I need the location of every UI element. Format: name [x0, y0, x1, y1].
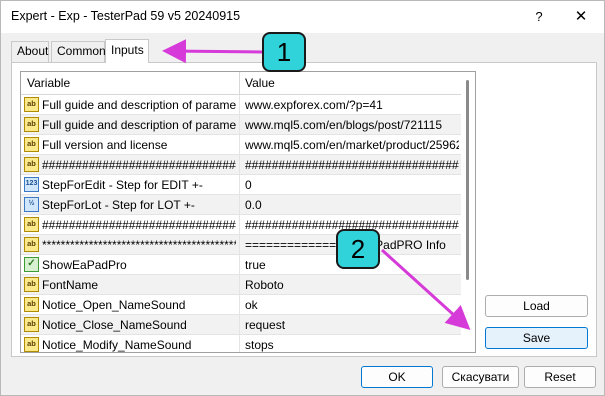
- string-type-icon: ab: [24, 277, 39, 292]
- variable-cell: ################################: [42, 158, 236, 172]
- inputs-grid[interactable]: Variable Value ab Full guide and descript…: [20, 71, 476, 353]
- value-cell[interactable]: www.expforex.com/?p=41: [245, 98, 459, 112]
- save-button[interactable]: Save: [485, 327, 588, 349]
- cell-divider: [239, 215, 240, 235]
- cell-divider: [239, 115, 240, 135]
- table-row[interactable]: ab Notice_Open_NameSound ok: [21, 295, 461, 315]
- string-type-icon: ab: [24, 297, 39, 312]
- variable-cell: Notice_Open_NameSound: [42, 298, 186, 312]
- scrollbar-thumb[interactable]: [466, 80, 469, 280]
- tab-about[interactable]: About: [11, 41, 49, 62]
- cell-divider: [239, 235, 240, 255]
- string-type-icon: ab: [24, 117, 39, 132]
- string-type-icon: ab: [24, 97, 39, 112]
- cell-divider: [239, 335, 240, 352]
- cell-divider: [239, 155, 240, 175]
- bool-type-icon: ✓: [24, 257, 39, 272]
- cell-divider: [239, 135, 240, 155]
- annotation-badge-1: 1: [262, 32, 306, 72]
- cell-divider: [239, 175, 240, 195]
- string-type-icon: ab: [24, 237, 39, 252]
- column-header-value[interactable]: Value: [245, 76, 275, 90]
- variable-cell: Full version and license: [42, 138, 168, 152]
- cell-divider: [239, 95, 240, 115]
- integer-type-icon: 123: [24, 177, 39, 192]
- cell-divider: [239, 255, 240, 275]
- value-cell[interactable]: ##################################: [245, 158, 459, 172]
- load-button[interactable]: Load: [485, 295, 588, 317]
- value-cell[interactable]: www.mql5.com/en/blogs/post/721115: [245, 118, 459, 132]
- variable-cell: Full guide and description of parameters: [42, 118, 236, 132]
- string-type-icon: ab: [24, 137, 39, 152]
- table-row[interactable]: ab Full version and license www.mql5.com/e…: [21, 135, 461, 155]
- grid-header: Variable Value: [21, 72, 461, 95]
- variable-cell: ################################: [42, 218, 236, 232]
- table-row[interactable]: ab Notice_Modify_NameSound stops: [21, 335, 461, 352]
- cancel-button[interactable]: Скасувати: [442, 366, 519, 388]
- cell-divider: [239, 295, 240, 315]
- table-row[interactable]: ab Notice_Close_NameSound request: [21, 315, 461, 335]
- value-cell[interactable]: stops: [245, 338, 459, 352]
- value-cell[interactable]: www.mql5.com/en/market/product/25962: [245, 138, 459, 152]
- table-row[interactable]: ab FontName Roboto: [21, 275, 461, 295]
- string-type-icon: ab: [24, 217, 39, 232]
- string-type-icon: ab: [24, 317, 39, 332]
- tab-inputs[interactable]: Inputs: [105, 39, 149, 63]
- variable-cell: StepForLot - Step for LOT +-: [42, 198, 195, 212]
- value-cell[interactable]: request: [245, 318, 459, 332]
- reset-button[interactable]: Reset: [524, 366, 596, 388]
- table-row[interactable]: 123 StepForEdit - Step for EDIT +- 0: [21, 175, 461, 195]
- close-button[interactable]: ✕: [561, 1, 601, 32]
- table-row[interactable]: ab **************************************…: [21, 235, 461, 255]
- table-row[interactable]: ab ################################ ######…: [21, 215, 461, 235]
- column-divider[interactable]: [239, 72, 240, 95]
- help-button[interactable]: ?: [521, 1, 557, 32]
- cell-divider: [239, 315, 240, 335]
- cell-divider: [239, 195, 240, 215]
- tab-common[interactable]: Common: [51, 41, 106, 62]
- variable-cell: Notice_Modify_NameSound: [42, 338, 192, 352]
- variable-cell: StepForEdit - Step for EDIT +-: [42, 178, 203, 192]
- table-row[interactable]: ab Full guide and description of paramete…: [21, 115, 461, 135]
- table-row[interactable]: ab ################################ ######…: [21, 155, 461, 175]
- annotation-badge-2: 2: [336, 229, 380, 269]
- variable-cell: Notice_Close_NameSound: [42, 318, 187, 332]
- variable-cell: ****************************************…: [42, 238, 236, 252]
- ok-button[interactable]: OK: [361, 366, 433, 388]
- grid-rows: ab Full guide and description of paramete…: [21, 95, 461, 352]
- title-bar[interactable]: Expert - Exp - TesterPad 59 v5 20240915 …: [1, 1, 604, 33]
- value-cell[interactable]: 0: [245, 178, 459, 192]
- variable-cell: ShowEaPadPro: [42, 258, 127, 272]
- table-row[interactable]: ½ StepForLot - Step for LOT +- 0.0: [21, 195, 461, 215]
- table-row[interactable]: ✓ ShowEaPadPro true: [21, 255, 461, 275]
- cell-divider: [239, 275, 240, 295]
- string-type-icon: ab: [24, 337, 39, 352]
- value-cell[interactable]: Roboto: [245, 278, 459, 292]
- string-type-icon: ab: [24, 157, 39, 172]
- table-row[interactable]: ab Full guide and description of paramete…: [21, 95, 461, 115]
- variable-cell: FontName: [42, 278, 99, 292]
- variable-cell: Full guide and description of parameters: [42, 98, 236, 112]
- vertical-scrollbar[interactable]: [461, 72, 475, 352]
- value-cell[interactable]: 0.0: [245, 198, 459, 212]
- column-header-variable[interactable]: Variable: [27, 76, 70, 90]
- double-type-icon: ½: [24, 197, 39, 212]
- window-title: Expert - Exp - TesterPad 59 v5 20240915: [11, 9, 241, 23]
- value-cell[interactable]: ok: [245, 298, 459, 312]
